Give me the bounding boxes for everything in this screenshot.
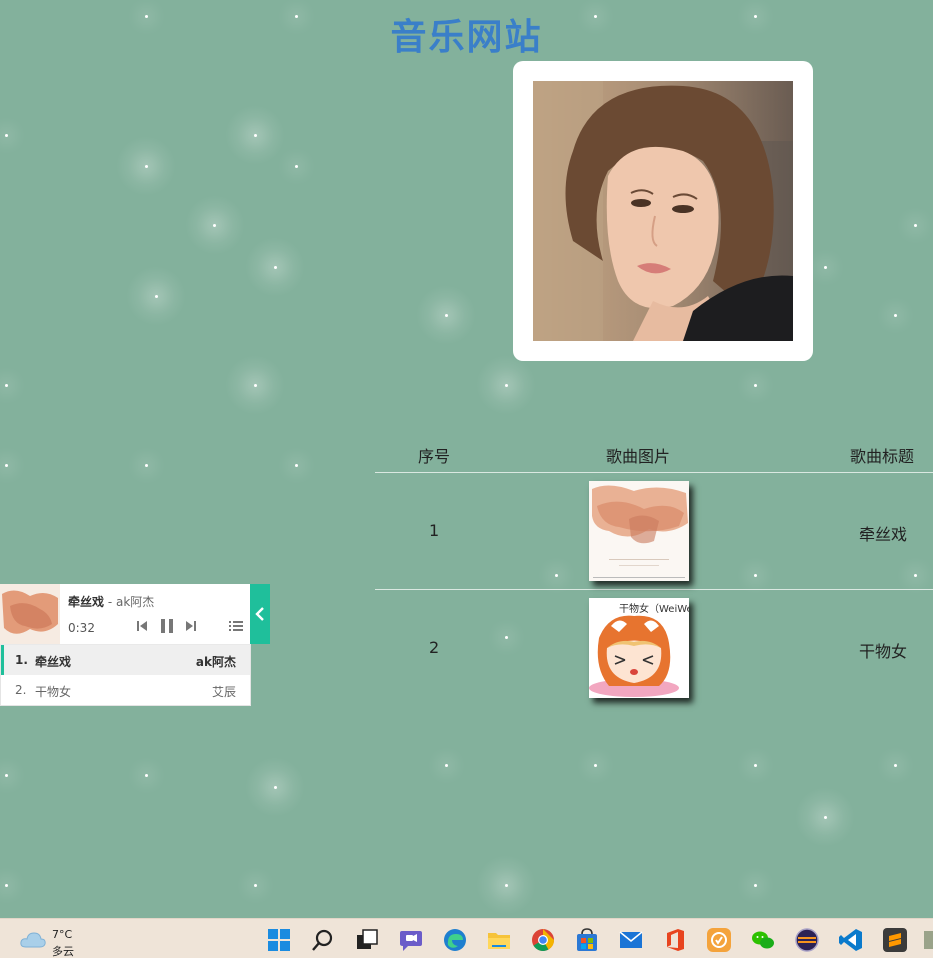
player-cover[interactable] [0,584,60,644]
playlist-item-author: 艾辰 [211,685,236,699]
skip-previous-icon [137,621,147,631]
task-view-icon[interactable] [354,927,380,953]
playlist: 1. 牵丝戏 ak阿杰 2. 干物女 艾辰 [0,644,251,706]
weather-temperature[interactable]: 7°C [52,928,72,941]
player-header: 牵丝戏 - ak阿杰 0:32 [0,584,270,644]
player-separator: - [104,595,116,609]
cloud-icon [20,932,46,948]
row-title[interactable]: 牵丝戏 [859,521,907,545]
playlist-item-index: 2. [15,683,27,697]
store-icon[interactable] [574,927,600,953]
header-title: 歌曲标题 [850,447,915,466]
player-song-info: 牵丝戏 - ak阿杰 [68,593,154,610]
mini-player: 牵丝戏 - ak阿杰 0:32 1. 牵丝戏 ak阿杰 2. 干物女 艾辰 [0,584,270,706]
playlist-item[interactable]: 1. 牵丝戏 ak阿杰 [1,645,250,675]
row-title[interactable]: 干物女 [859,638,907,662]
eclipse-icon[interactable] [794,927,820,953]
search-icon[interactable] [310,927,336,953]
playlist-item-author: ak阿杰 [195,655,236,669]
edge-icon[interactable] [442,927,468,953]
taskbar: 7°C 多云 [0,918,933,958]
weather-description[interactable]: 多云 [52,943,74,958]
next-track-button[interactable] [185,620,197,636]
player-collapse-button[interactable] [250,584,270,644]
playlist-item-name: 干物女 [35,685,72,699]
netease-music-icon[interactable] [706,927,732,953]
song-cover[interactable] [589,481,689,581]
table-row[interactable]: 2 干物女（WeiWei） 干物女 [375,590,933,707]
header-cover: 歌曲图片 [606,447,671,466]
table-row[interactable]: 1 牵丝戏 [375,473,933,590]
mail-icon[interactable] [618,927,644,953]
prev-track-button[interactable] [136,620,148,636]
player-song-title: 牵丝戏 [68,595,105,609]
playlist-item-name: 牵丝戏 [35,655,72,669]
weather-icon[interactable] [20,931,46,953]
skip-next-icon [186,621,196,631]
header-number: 序号 [418,447,451,466]
windows-start-icon[interactable] [266,927,292,953]
row-number: 2 [429,638,440,657]
table-header: 序号 歌曲图片 歌曲标题 [375,433,933,473]
cover-caption-text: 干物女（WeiWei） [619,602,689,615]
wechat-icon[interactable] [750,927,776,953]
chevron-left-icon [255,607,264,621]
song-table: 序号 歌曲图片 歌曲标题 1 牵丝戏 2 干物女（WeiWei） [375,433,933,707]
row-number: 1 [429,521,440,540]
playlist-item[interactable]: 2. 干物女 艾辰 [1,675,250,705]
playlist-item-index: 1. [15,653,28,667]
pause-button[interactable] [159,618,175,638]
site-title: 音乐网站 [390,17,543,58]
app-icon[interactable] [924,927,933,953]
song-cover[interactable]: 干物女（WeiWei） [589,598,689,698]
pause-icon [161,619,173,633]
file-explorer-icon[interactable] [486,927,512,953]
chat-icon[interactable] [398,927,424,953]
vscode-icon[interactable] [838,927,864,953]
playlist-toggle-button[interactable] [229,620,243,636]
player-song-author: ak阿杰 [115,595,155,609]
list-icon [229,621,243,631]
sublime-icon[interactable] [882,927,908,953]
office-icon[interactable] [662,927,688,953]
player-time: 0:32 [68,621,95,635]
portrait-image [533,81,793,341]
chrome-icon[interactable] [530,927,556,953]
portrait-card [513,61,813,361]
